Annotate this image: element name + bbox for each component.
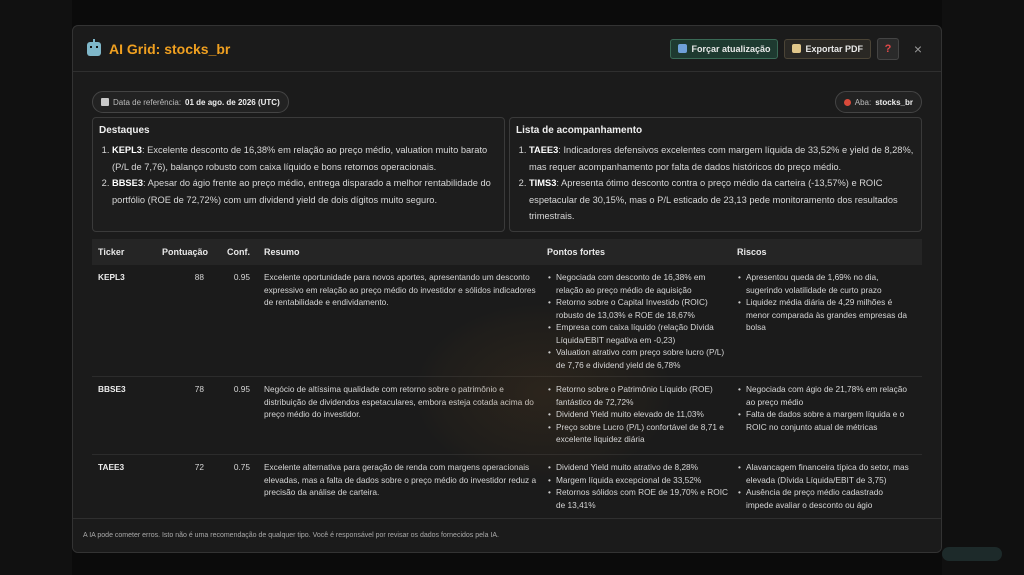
modal-title: AI Grid: stocks_br <box>109 40 231 57</box>
strength-item: Retorno sobre o Capital Investido (ROIC)… <box>547 296 729 321</box>
strength-item: Dividend Yield muito atrativo de 8,28% <box>547 461 729 474</box>
row-conf: 0.95 <box>233 272 250 282</box>
ai-grid-modal: AI Grid: stocks_br Forçar atualização Ex… <box>72 25 942 553</box>
table-header: Ticker Pontuação Conf. Resumo Pontos for… <box>92 239 922 265</box>
row-ticker: BBSE3 <box>98 384 126 394</box>
reference-date-label: Data de referência: <box>113 97 182 107</box>
highlight-ticker: KEPL3 <box>112 145 142 155</box>
meta-row: Data de referência: 01 de ago. de 2026 (… <box>92 91 922 113</box>
header-actions: Forçar atualização Exportar PDF ? × <box>670 37 927 60</box>
row-strengths: Dividend Yield muito atrativo de 8,28% M… <box>543 461 733 518</box>
row-conf: 0.75 <box>233 462 250 472</box>
risk-item: Ausência de preço médio cadastrado imped… <box>737 486 912 511</box>
pin-icon <box>843 98 851 106</box>
row-ticker: TAEE3 <box>98 462 125 472</box>
strength-item: Retorno sobre o Patrimônio Líquido (ROE)… <box>547 383 729 408</box>
background-right-panel <box>942 0 1024 575</box>
table-row: KEPL3 88 0.95 Excelente oportunidade par… <box>92 265 922 377</box>
watchlist-text: : Indicadores defensivos excelentes com … <box>529 145 914 172</box>
help-button[interactable]: ? <box>877 37 899 60</box>
header-conf[interactable]: Conf. <box>208 247 260 257</box>
strength-item: Negociada com desconto de 16,38% em rela… <box>547 271 729 296</box>
modal-body: Data de referência: 01 de ago. de 2026 (… <box>73 73 941 518</box>
tab-value: stocks_br <box>875 97 913 107</box>
modal-header: AI Grid: stocks_br Forçar atualização Ex… <box>73 26 941 72</box>
highlights-title: Destaques <box>99 125 150 136</box>
strength-item: Preço sobre Lucro (P/L) confortável de 8… <box>547 421 729 446</box>
highlight-ticker: BBSE3 <box>112 178 144 188</box>
highlight-item: BBSE3: Apesar do ágio frente ao preço mé… <box>112 175 498 208</box>
watchlist-item: TIMS3: Apresenta ótimo desconto contra o… <box>529 175 915 225</box>
row-score: 78 <box>194 384 204 394</box>
strength-item: Dividend Yield muito elevado de 11,03% <box>547 408 729 421</box>
highlight-item: KEPL3: Excelente desconto de 16,38% em r… <box>112 142 498 175</box>
watchlist-ticker: TAEE3 <box>529 145 559 155</box>
row-summary: Excelente oportunidade para novos aporte… <box>264 272 536 307</box>
row-strengths: Negociada com desconto de 16,38% em rela… <box>543 271 733 376</box>
reference-date-value: 01 de ago. de 2026 (UTC) <box>185 97 280 107</box>
strength-item: Valuation atrativo com preço sobre lucro… <box>547 346 729 371</box>
highlights-list: KEPL3: Excelente desconto de 16,38% em r… <box>99 142 498 208</box>
row-strengths: Retorno sobre o Patrimônio Líquido (ROE)… <box>543 383 733 454</box>
robot-icon <box>87 38 101 56</box>
risk-item: Falta de dados sobre a margem líquida e … <box>737 408 912 433</box>
close-icon[interactable]: × <box>909 41 927 57</box>
row-conf: 0.95 <box>233 384 250 394</box>
force-refresh-label: Forçar atualização <box>691 43 771 54</box>
row-score: 88 <box>194 272 204 282</box>
strength-item: Margem líquida excepcional de 33,52% <box>547 474 729 487</box>
row-ticker: KEPL3 <box>98 272 125 282</box>
row-summary: Excelente alternativa para geração de re… <box>264 462 537 497</box>
row-risks: Alavancagem financeira típica do setor, … <box>733 461 916 518</box>
header-ticker[interactable]: Ticker <box>92 247 158 257</box>
disclaimer-footer: A IA pode cometer erros. Isto não é uma … <box>73 518 941 552</box>
tab-chip: Aba: stocks_br <box>834 91 922 113</box>
analysis-table: Ticker Pontuação Conf. Resumo Pontos for… <box>92 239 922 518</box>
refresh-icon <box>678 44 688 53</box>
risk-item: Liquidez média diária de 4,29 milhões é … <box>737 296 912 334</box>
table-row: BBSE3 78 0.95 Negócio de altíssima quali… <box>92 377 922 455</box>
row-risks: Apresentou queda de 1,69% no dia, sugeri… <box>733 271 916 376</box>
risk-item: Negociada com ágio de 21,78% em relação … <box>737 383 912 408</box>
row-risks: Negociada com ágio de 21,78% em relação … <box>733 383 916 454</box>
highlights-box: Destaques KEPL3: Excelente desconto de 1… <box>92 117 505 232</box>
header-score[interactable]: Pontuação <box>158 247 208 257</box>
reference-date-chip: Data de referência: 01 de ago. de 2026 (… <box>92 91 289 113</box>
summary-boxes: Destaques KEPL3: Excelente desconto de 1… <box>92 117 922 232</box>
risk-item: Alavancagem financeira típica do setor, … <box>737 461 912 486</box>
table-row: TAEE3 72 0.75 Excelente alternativa para… <box>92 455 922 518</box>
header-risks[interactable]: Riscos <box>733 247 916 257</box>
risk-item: Apresentou queda de 1,69% no dia, sugeri… <box>737 271 912 296</box>
strength-item: Empresa com caixa líquido (relação Dívid… <box>547 321 729 346</box>
watchlist-title: Lista de acompanhamento <box>516 125 643 136</box>
document-icon <box>792 44 802 53</box>
highlight-text: : Apesar do ágio frente ao preço médio, … <box>112 178 491 205</box>
watchlist-item: TAEE3: Indicadores defensivos excelentes… <box>529 142 915 175</box>
calendar-icon <box>101 98 109 106</box>
tab-label: Aba: <box>854 97 872 107</box>
export-pdf-button[interactable]: Exportar PDF <box>784 38 871 59</box>
row-score: 72 <box>194 462 204 472</box>
watchlist-text: : Apresenta ótimo desconto contra o preç… <box>529 178 898 221</box>
background-pill <box>942 547 1002 561</box>
force-refresh-button[interactable]: Forçar atualização <box>670 38 779 59</box>
header-strengths[interactable]: Pontos fortes <box>543 247 733 257</box>
watchlist-list: TAEE3: Indicadores defensivos excelentes… <box>516 142 915 225</box>
header-summary[interactable]: Resumo <box>260 247 543 257</box>
background-sidebar <box>0 0 72 575</box>
row-summary: Negócio de altíssima qualidade com retor… <box>264 384 534 419</box>
highlight-text: : Excelente desconto de 16,38% em relaçã… <box>112 145 488 172</box>
strength-item: Retornos sólidos com ROE de 19,70% e ROI… <box>547 486 729 511</box>
watchlist-box: Lista de acompanhamento TAEE3: Indicador… <box>509 117 922 232</box>
watchlist-ticker: TIMS3 <box>529 178 557 188</box>
export-pdf-label: Exportar PDF <box>805 43 863 54</box>
